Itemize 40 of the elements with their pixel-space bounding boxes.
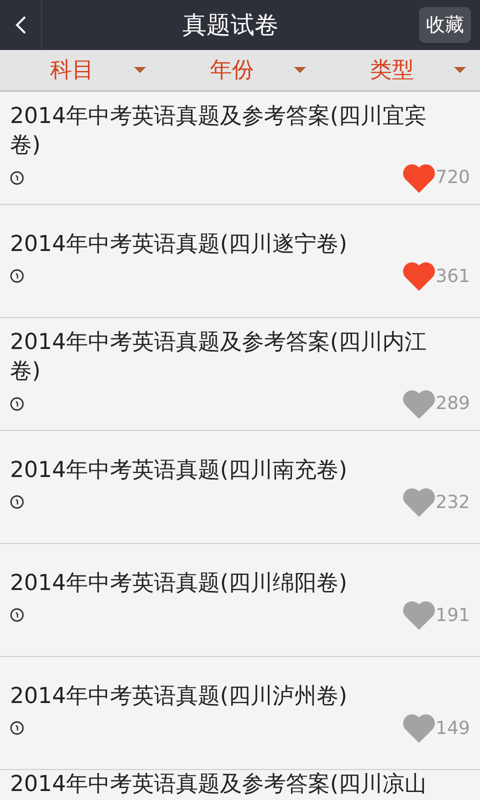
dropdown-caret-icon xyxy=(454,67,466,73)
paper-title: 2014年中考英语真题(四川绵阳卷) xyxy=(10,570,348,598)
favorite-count: 232 xyxy=(436,490,470,515)
clock-icon xyxy=(10,495,24,510)
favorite-count: 149 xyxy=(436,716,470,741)
heart-icon[interactable] xyxy=(402,600,436,630)
heart-icon[interactable] xyxy=(402,261,436,292)
page-title: 真题试卷 xyxy=(182,10,278,41)
paper-list-item[interactable]: 2014年中考英语真题(四川南充卷) 232 xyxy=(0,431,480,544)
dropdown-caret-icon xyxy=(134,67,146,73)
paper-list-item[interactable]: 2014年中考英语真题(四川遂宁卷) 361 xyxy=(0,205,480,318)
favorites-button[interactable]: 收藏 xyxy=(419,7,471,43)
filter-dropdown[interactable]: 科目 xyxy=(0,50,160,90)
clock-icon xyxy=(10,608,24,622)
paper-title: 2014年中考英语真题(四川遂宁卷) xyxy=(10,230,348,259)
heart-icon[interactable] xyxy=(402,162,436,193)
favorite-count: 191 xyxy=(436,604,470,628)
dropdown-caret-icon xyxy=(294,67,306,73)
paper-title: 2014年中考英语真题(四川南充卷) xyxy=(10,456,348,485)
filter-dropdown[interactable]: 年份 xyxy=(160,50,320,90)
heart-icon[interactable] xyxy=(402,487,436,518)
paper-title: 2014年中考英语真题及参考答案(四川宜宾卷) xyxy=(10,103,428,160)
paper-list-item[interactable]: 2014年中考英语真题(四川绵阳卷) 191 xyxy=(0,544,480,657)
paper-title: 2014年中考英语真题及参考答案(四川凉山 xyxy=(10,772,427,797)
paper-title: 2014年中考英语真题及参考答案(四川内江卷) xyxy=(10,329,428,386)
heart-icon[interactable] xyxy=(402,388,436,419)
paper-title: 2014年中考英语真题(四川泸州卷) xyxy=(10,682,348,711)
favorite-count: 289 xyxy=(436,392,470,416)
back-icon xyxy=(14,15,26,35)
paper-list-item[interactable]: 2014年中考英语真题(四川泸州卷) 149 xyxy=(0,657,480,770)
filter-dropdown[interactable]: 类型 xyxy=(320,50,480,90)
clock-icon xyxy=(10,269,24,284)
paper-list-item[interactable]: 2014年中考英语真题及参考答案(四川内江卷) 289 xyxy=(0,318,480,431)
heart-icon[interactable] xyxy=(402,713,436,744)
clock-icon xyxy=(10,396,24,411)
paper-list-item[interactable]: 2014年中考英语真题及参考答案(四川宜宾卷) 720 xyxy=(0,92,480,205)
clock-icon xyxy=(10,721,24,736)
favorite-count: 361 xyxy=(436,264,470,289)
favorite-count: 720 xyxy=(436,166,470,190)
clock-icon xyxy=(10,170,24,185)
